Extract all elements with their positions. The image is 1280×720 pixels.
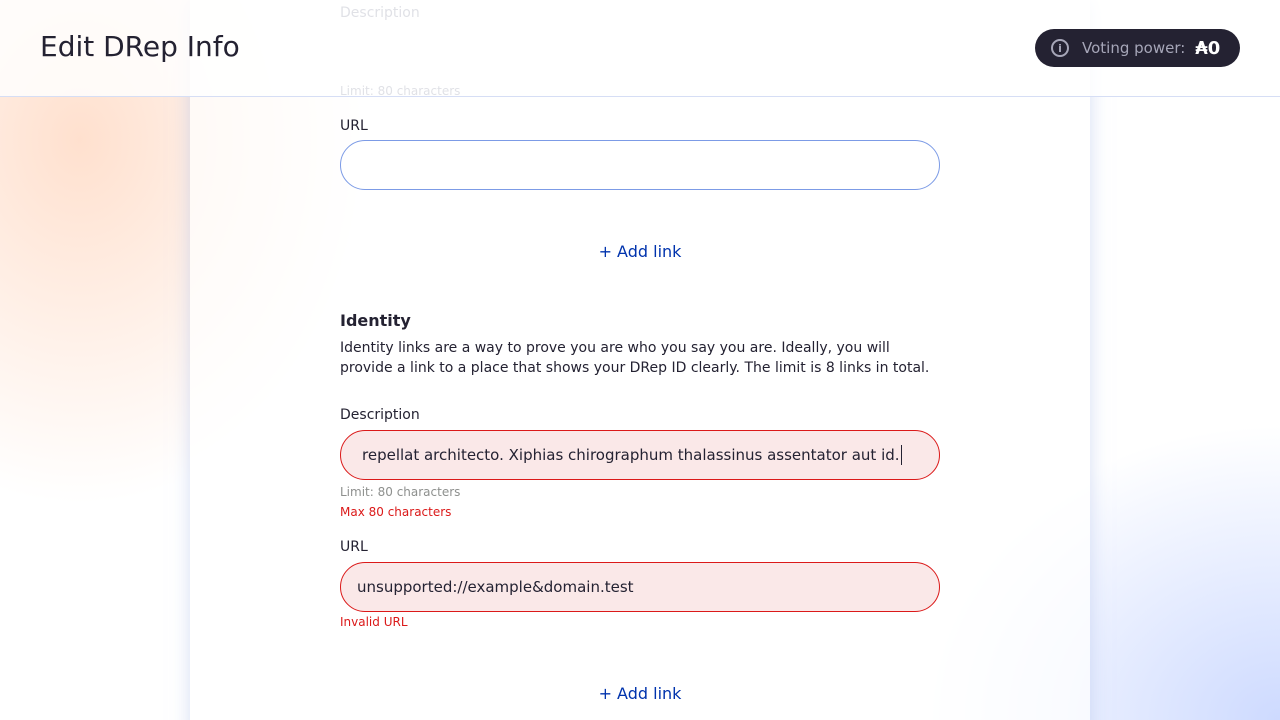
identity-description-value: repellat architecto. Xiphias chirographu… xyxy=(362,446,900,464)
text-caret xyxy=(900,445,902,465)
identity-description-limit-hint: Limit: 80 characters xyxy=(340,485,461,499)
scrolled-description-label: Description xyxy=(340,5,420,21)
page-header: Description Limit: 80 characters Edit DR… xyxy=(0,0,1280,98)
info-icon: i xyxy=(1051,39,1069,57)
identity-url-error: Invalid URL xyxy=(340,615,408,629)
voting-power-label: Voting power: xyxy=(1082,39,1186,57)
page-title: Edit DRep Info xyxy=(40,30,240,63)
identity-url-input[interactable] xyxy=(340,562,940,612)
identity-url-label: URL xyxy=(340,539,368,555)
identity-description-text: Identity links are a way to prove you ar… xyxy=(340,340,930,376)
voting-power-value: ₳0 xyxy=(1195,37,1221,59)
add-link-button[interactable]: + Add link xyxy=(340,242,940,261)
voting-power-badge[interactable]: i Voting power: ₳0 xyxy=(1035,29,1240,67)
url-input[interactable] xyxy=(340,140,940,190)
identity-title: Identity xyxy=(340,311,411,330)
add-identity-link-button[interactable]: + Add link xyxy=(340,684,940,703)
identity-description-input[interactable]: repellat architecto. Xiphias chirographu… xyxy=(340,430,940,480)
scrolled-limit-hint: Limit: 80 characters xyxy=(340,84,461,98)
identity-description-label: Description xyxy=(340,407,420,423)
url-label: URL xyxy=(340,118,368,134)
identity-description-error: Max 80 characters xyxy=(340,505,452,519)
